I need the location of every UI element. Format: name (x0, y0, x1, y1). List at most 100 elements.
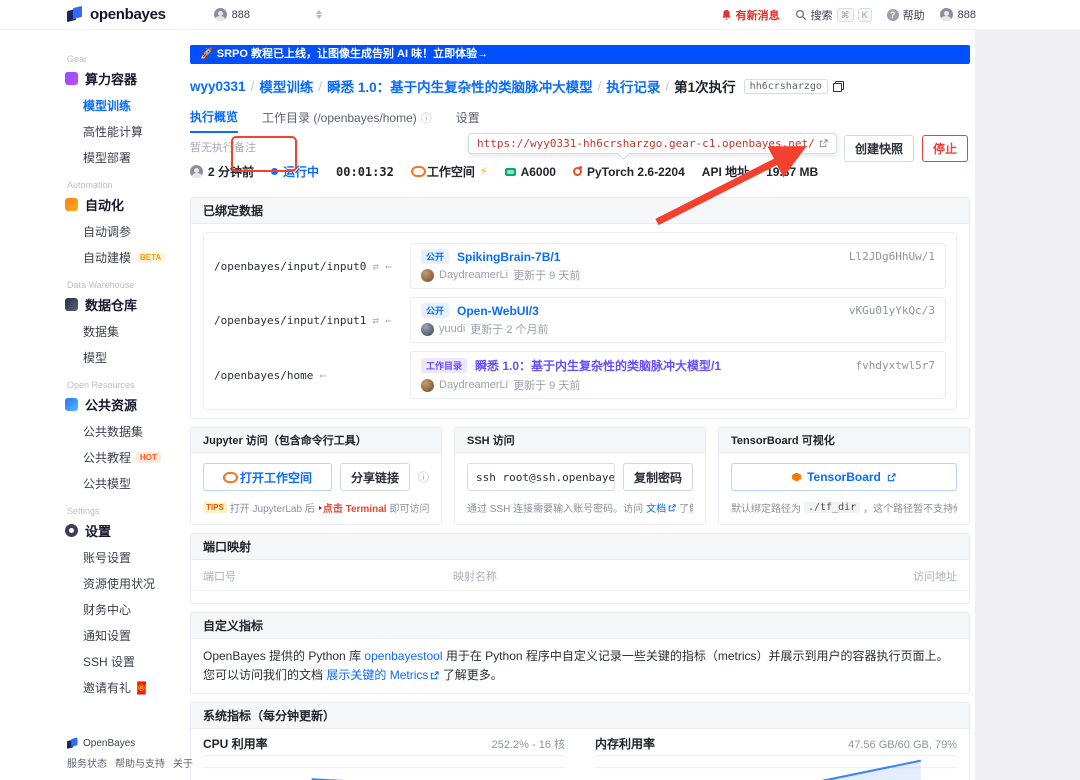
dataset-updated: 更新于 2 个月前 (470, 324, 549, 336)
memory-usage-value: 47.56 GB/60 GB, 79% (848, 739, 957, 752)
jupyter-panel-title: Jupyter 访问（包含命令行工具） (191, 428, 441, 453)
sidebar-section-data-warehouse[interactable]: 数据仓库 (65, 295, 180, 314)
footer-link-service-status[interactable]: 服务状态 (67, 755, 107, 770)
notifications-link[interactable]: 有新消息 (721, 7, 780, 23)
account-menu[interactable]: 888 (939, 8, 976, 21)
breadcrumb-project[interactable]: 瞬悉 1.0：基于内生复杂性的类脑脉冲大模型 (327, 76, 593, 96)
system-metrics-card: 系统指标（每分钟更新） CPU 利用率 252.2% - 16 核 内存利用率 47… (190, 702, 970, 780)
sidebar-group-settings: Settings (67, 506, 100, 516)
sidebar-item-auto-modeling[interactable]: 自动建模 BETA (83, 249, 180, 266)
footer-brand: OpenBayes (83, 738, 136, 749)
sidebar-item-datasets[interactable]: 数据集 (83, 323, 180, 340)
openbayes-logo[interactable]: openbayes (67, 5, 166, 23)
sidebar-section-settings[interactable]: 设置 (65, 521, 180, 540)
dataset-card: 工作目录 瞬悉 1.0：基于内生复杂性的类脑脉冲大模型/1 fvhdyxtwl5… (410, 351, 946, 399)
breadcrumb-user[interactable]: wyy0331 (190, 79, 246, 94)
tab-settings[interactable]: 设置 (456, 108, 480, 133)
running-state-label: 运行中 (283, 165, 320, 179)
workspace-switch-chevrons[interactable] (316, 10, 323, 19)
external-link-icon[interactable] (819, 139, 828, 148)
docs-link[interactable]: 文档 (646, 500, 676, 515)
share-link-button[interactable]: 分享链接 (339, 463, 410, 491)
footer-link-support[interactable]: 帮助与支持 (115, 755, 165, 770)
tab-exec-overview[interactable]: 执行概览 (190, 108, 239, 133)
bound-data-row: /openbayes/home ← 工作目录 瞬悉 1.0：基于内生复杂性的类脑脉… (214, 347, 946, 403)
sidebar-item-public-tutorials[interactable]: 公共教程 HOT (83, 449, 180, 466)
sidebar-item-public-models[interactable]: 公共模型 (83, 475, 180, 492)
run-id-chip: hh6crsharzgo (743, 78, 828, 94)
sidebar-section-compute[interactable]: 算力容器 (65, 69, 180, 88)
sidebar-item-notification-settings[interactable]: 通知设置 (83, 627, 180, 644)
tab-working-dir[interactable]: 工作目录 (/openbayes/home) ⓘ (262, 108, 432, 133)
storage-used: 19.37 MB (766, 164, 819, 179)
sidebar-item-model-deploy[interactable]: 模型部署 (83, 149, 180, 166)
search-label: 搜索 (810, 9, 833, 22)
dataset-author[interactable]: DaydreamerLi (439, 269, 508, 281)
docs-link-label: 文档 (646, 504, 667, 515)
breadcrumb-exec-records[interactable]: 执行记录 (606, 76, 660, 96)
sidebar-item-resource-usage[interactable]: 资源使用状况 (83, 575, 180, 592)
help-icon (886, 8, 899, 21)
open-workspace-button[interactable]: 打开工作空间 (203, 463, 332, 491)
create-snapshot-button[interactable]: 创建快照 (843, 135, 914, 162)
promo-banner[interactable]: 🚀 SRPO 教程已上线，让图像生成告别 AI 味！立即体验→ (190, 45, 970, 64)
gpu-type: A6000 (504, 165, 556, 179)
dataset-author[interactable]: DaydreamerLi (439, 379, 508, 391)
bound-data-title: 已绑定数据 (191, 198, 969, 224)
sidebar-section-public-resources[interactable]: 公共资源 (65, 395, 180, 414)
sidebar-group-open-resources: Open Resources (67, 380, 135, 390)
dataset-link[interactable]: Open-WebUI/3 (457, 304, 539, 318)
swap-binding-icon[interactable]: ⇄ (372, 314, 379, 327)
search-control[interactable]: 搜索 ⌘ K (795, 7, 872, 23)
sidebar-item-public-datasets[interactable]: 公共数据集 (83, 423, 180, 440)
tensorboard-button[interactable]: TensorBoard (731, 463, 957, 491)
bound-data-card: 已绑定数据 /openbayes/input/input0 ⇄ ← 公开 Spiki… (190, 197, 970, 419)
info-icon[interactable]: ⓘ (418, 469, 429, 485)
ssh-command-box[interactable]: ssh root@ssh.openbayes.com (467, 463, 615, 491)
exec-note-placeholder[interactable]: 暂无执行备注 (190, 139, 256, 155)
dataset-author[interactable]: yuudi (439, 323, 465, 335)
sidebar-item-models[interactable]: 模型 (83, 349, 180, 366)
sidebar-item-account-settings[interactable]: 账号设置 (83, 549, 180, 566)
dataset-id: vKGu01yYkQc/3 (848, 304, 935, 317)
swap-binding-icon[interactable]: ⇄ (372, 260, 379, 273)
jupyter-access-panel: Jupyter 访问（包含命令行工具） 打开工作空间 分享链接 ⓘ TIPS 打… (190, 427, 442, 525)
ssh-panel-title: SSH 访问 (455, 428, 705, 453)
sidebar-item-hpc[interactable]: 高性能计算 (83, 123, 180, 140)
sidebar-item-auto-tuning[interactable]: 自动调参 (83, 223, 180, 240)
mount-path: /openbayes/input/input1 (214, 313, 367, 327)
sidebar-item-referral[interactable]: 邀请有礼 🧧 (83, 679, 180, 696)
workspace-switcher[interactable]: 888 (213, 8, 251, 21)
pytorch-icon (572, 166, 582, 176)
dataset-link[interactable]: 瞬悉 1.0：基于内生复杂性的类脑脉冲大模型/1 (475, 357, 721, 374)
system-metrics-title: 系统指标（每分钟更新） (191, 703, 969, 730)
dataset-card: 公开 SpikingBrain-7B/1 Ll2JDg6HhUw/1 Daydr… (410, 243, 946, 289)
cpu-usage-value: 252.2% - 16 核 (491, 739, 565, 752)
dataset-link[interactable]: SpikingBrain-7B/1 (457, 250, 560, 264)
main-content: 🚀 SRPO 教程已上线，让图像生成告别 AI 味！立即体验→ wyy0331 /… (180, 30, 975, 780)
copy-run-id-icon[interactable] (832, 80, 844, 92)
footer-link-about[interactable]: 关于 (173, 755, 193, 770)
breadcrumb-separator: / (318, 78, 323, 94)
sidebar-item-ssh-settings[interactable]: SSH 设置 (83, 653, 180, 670)
stop-button[interactable]: 停止 (921, 135, 968, 162)
metrics-docs-link[interactable]: 展示关键的 Metrics (326, 666, 440, 685)
workspace-link[interactable]: 工作空间 ⚡ (410, 163, 488, 180)
breadcrumb-model-training[interactable]: 模型训练 (259, 76, 313, 96)
author-avatar (421, 378, 434, 392)
workspace-user-label: 888 (231, 8, 251, 21)
arrow-left-icon: ← (319, 368, 326, 382)
api-address-link[interactable]: API 地址 (702, 163, 749, 180)
openbayestool-link[interactable]: openbayestool (364, 647, 442, 666)
workspace-label: 工作空间 (426, 165, 475, 179)
port-mapping-empty (191, 591, 969, 603)
sidebar-item-model-training[interactable]: 模型训练 (83, 97, 180, 114)
help-link[interactable]: 帮助 (886, 7, 925, 23)
sidebar-item-billing-center[interactable]: 财务中心 (83, 601, 180, 618)
copy-password-button[interactable]: 复制密码 (622, 463, 693, 491)
compute-container-icon (65, 72, 78, 85)
execution-header: 暂无执行备注 https://wyy0331-hh6crsharzgo.gear… (190, 133, 970, 189)
col-access-address: 访问地址 (913, 571, 957, 583)
tips-click-terminal[interactable]: 点击 Terminal (323, 500, 387, 515)
sidebar-section-automation[interactable]: 自动化 (65, 195, 180, 214)
